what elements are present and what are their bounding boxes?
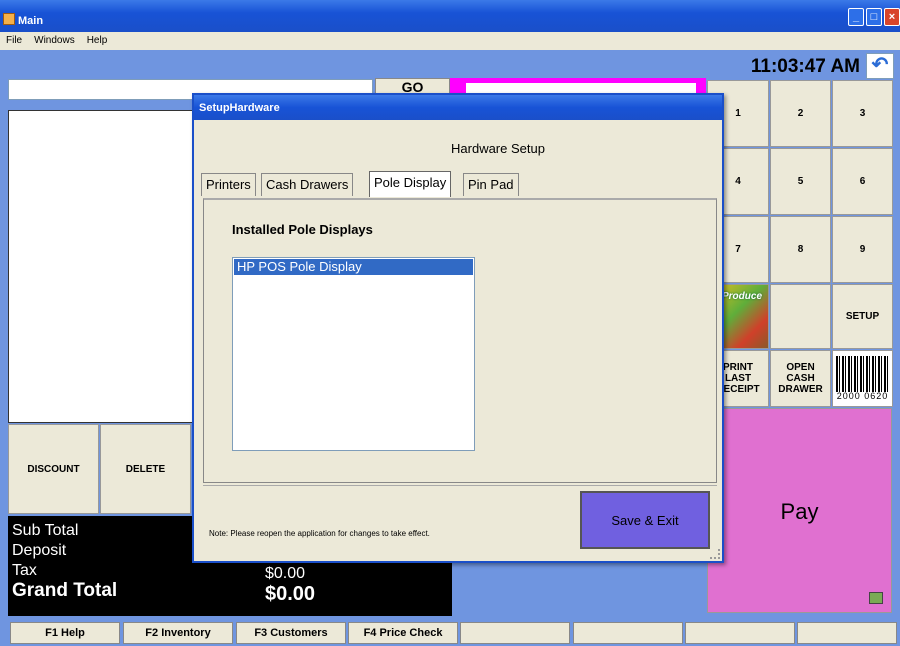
- app-icon: [3, 13, 15, 25]
- open-cash-drawer-button[interactable]: OPEN CASH DRAWER: [770, 350, 831, 407]
- undo-icon[interactable]: ↶: [866, 53, 894, 79]
- minimize-button[interactable]: _: [848, 8, 864, 26]
- produce-tile-label: Produce: [722, 291, 763, 302]
- tax-value: $0.00: [265, 565, 306, 582]
- menu-help[interactable]: Help: [81, 32, 114, 46]
- function-key-8[interactable]: [797, 622, 897, 644]
- tab-printers[interactable]: Printers: [201, 173, 256, 196]
- grand-total-value: $0.00: [265, 583, 316, 605]
- title-bar: Main _ □ ×: [0, 0, 900, 32]
- dialog-heading: Hardware Setup: [451, 141, 545, 156]
- f3-customers-button[interactable]: F3 Customers: [236, 622, 346, 644]
- grand-total-label: Grand Total: [12, 580, 118, 601]
- function-key-7[interactable]: [685, 622, 795, 644]
- dialog-title: SetupHardware: [194, 95, 722, 120]
- setup-button[interactable]: SETUP: [832, 284, 893, 349]
- pay-label: Pay: [780, 499, 819, 524]
- divider: [203, 485, 717, 487]
- installed-pole-displays-label: Installed Pole Displays: [232, 222, 373, 237]
- pay-button[interactable]: Pay: [707, 408, 892, 613]
- f4-price-check-button[interactable]: F4 Price Check: [348, 622, 458, 644]
- clock: 11:03:47 AM: [750, 56, 860, 77]
- numpad-9[interactable]: 9: [832, 216, 893, 283]
- list-item[interactable]: HP POS Pole Display: [234, 259, 473, 275]
- resize-grip-icon[interactable]: [710, 549, 720, 559]
- f2-inventory-button[interactable]: F2 Inventory: [123, 622, 233, 644]
- barcode-text: 2000 0620: [836, 390, 889, 401]
- numpad-3[interactable]: 3: [832, 80, 893, 147]
- close-button[interactable]: ×: [884, 8, 900, 26]
- function-key-5[interactable]: [460, 622, 570, 644]
- numpad-5[interactable]: 5: [770, 148, 831, 215]
- restart-note: Note: Please reopen the application for …: [209, 529, 430, 538]
- tax-label: Tax: [12, 562, 37, 579]
- maximize-button[interactable]: □: [866, 8, 882, 26]
- numpad-2[interactable]: 2: [770, 80, 831, 147]
- barcode-button[interactable]: 2000 0620: [832, 350, 893, 407]
- menu-bar: File Windows Help: [0, 32, 900, 50]
- cash-icon: [869, 592, 883, 604]
- deposit-label: Deposit: [12, 542, 67, 559]
- window-title: Main: [18, 15, 44, 27]
- barcode-icon: [835, 355, 890, 392]
- numpad-8[interactable]: 8: [770, 216, 831, 283]
- delete-button[interactable]: DELETE: [100, 424, 191, 514]
- save-exit-button[interactable]: Save & Exit: [580, 491, 710, 549]
- transaction-list[interactable]: [8, 110, 196, 423]
- function-key-6[interactable]: [573, 622, 683, 644]
- discount-button[interactable]: DISCOUNT: [8, 424, 99, 514]
- pole-display-list[interactable]: HP POS Pole Display: [232, 257, 475, 451]
- f1-help-button[interactable]: F1 Help: [10, 622, 120, 644]
- tab-pole-display[interactable]: Pole Display: [369, 171, 452, 197]
- tab-cash-drawers[interactable]: Cash Drawers: [261, 173, 354, 196]
- tab-pin-pad[interactable]: Pin Pad: [463, 173, 519, 196]
- menu-file[interactable]: File: [0, 32, 28, 46]
- numpad-6[interactable]: 6: [832, 148, 893, 215]
- empty-tile[interactable]: [770, 284, 831, 349]
- setup-hardware-dialog: SetupHardware Hardware Setup Printers Ca…: [192, 93, 724, 563]
- menu-windows[interactable]: Windows: [28, 32, 81, 46]
- sub-total-label: Sub Total: [12, 522, 79, 539]
